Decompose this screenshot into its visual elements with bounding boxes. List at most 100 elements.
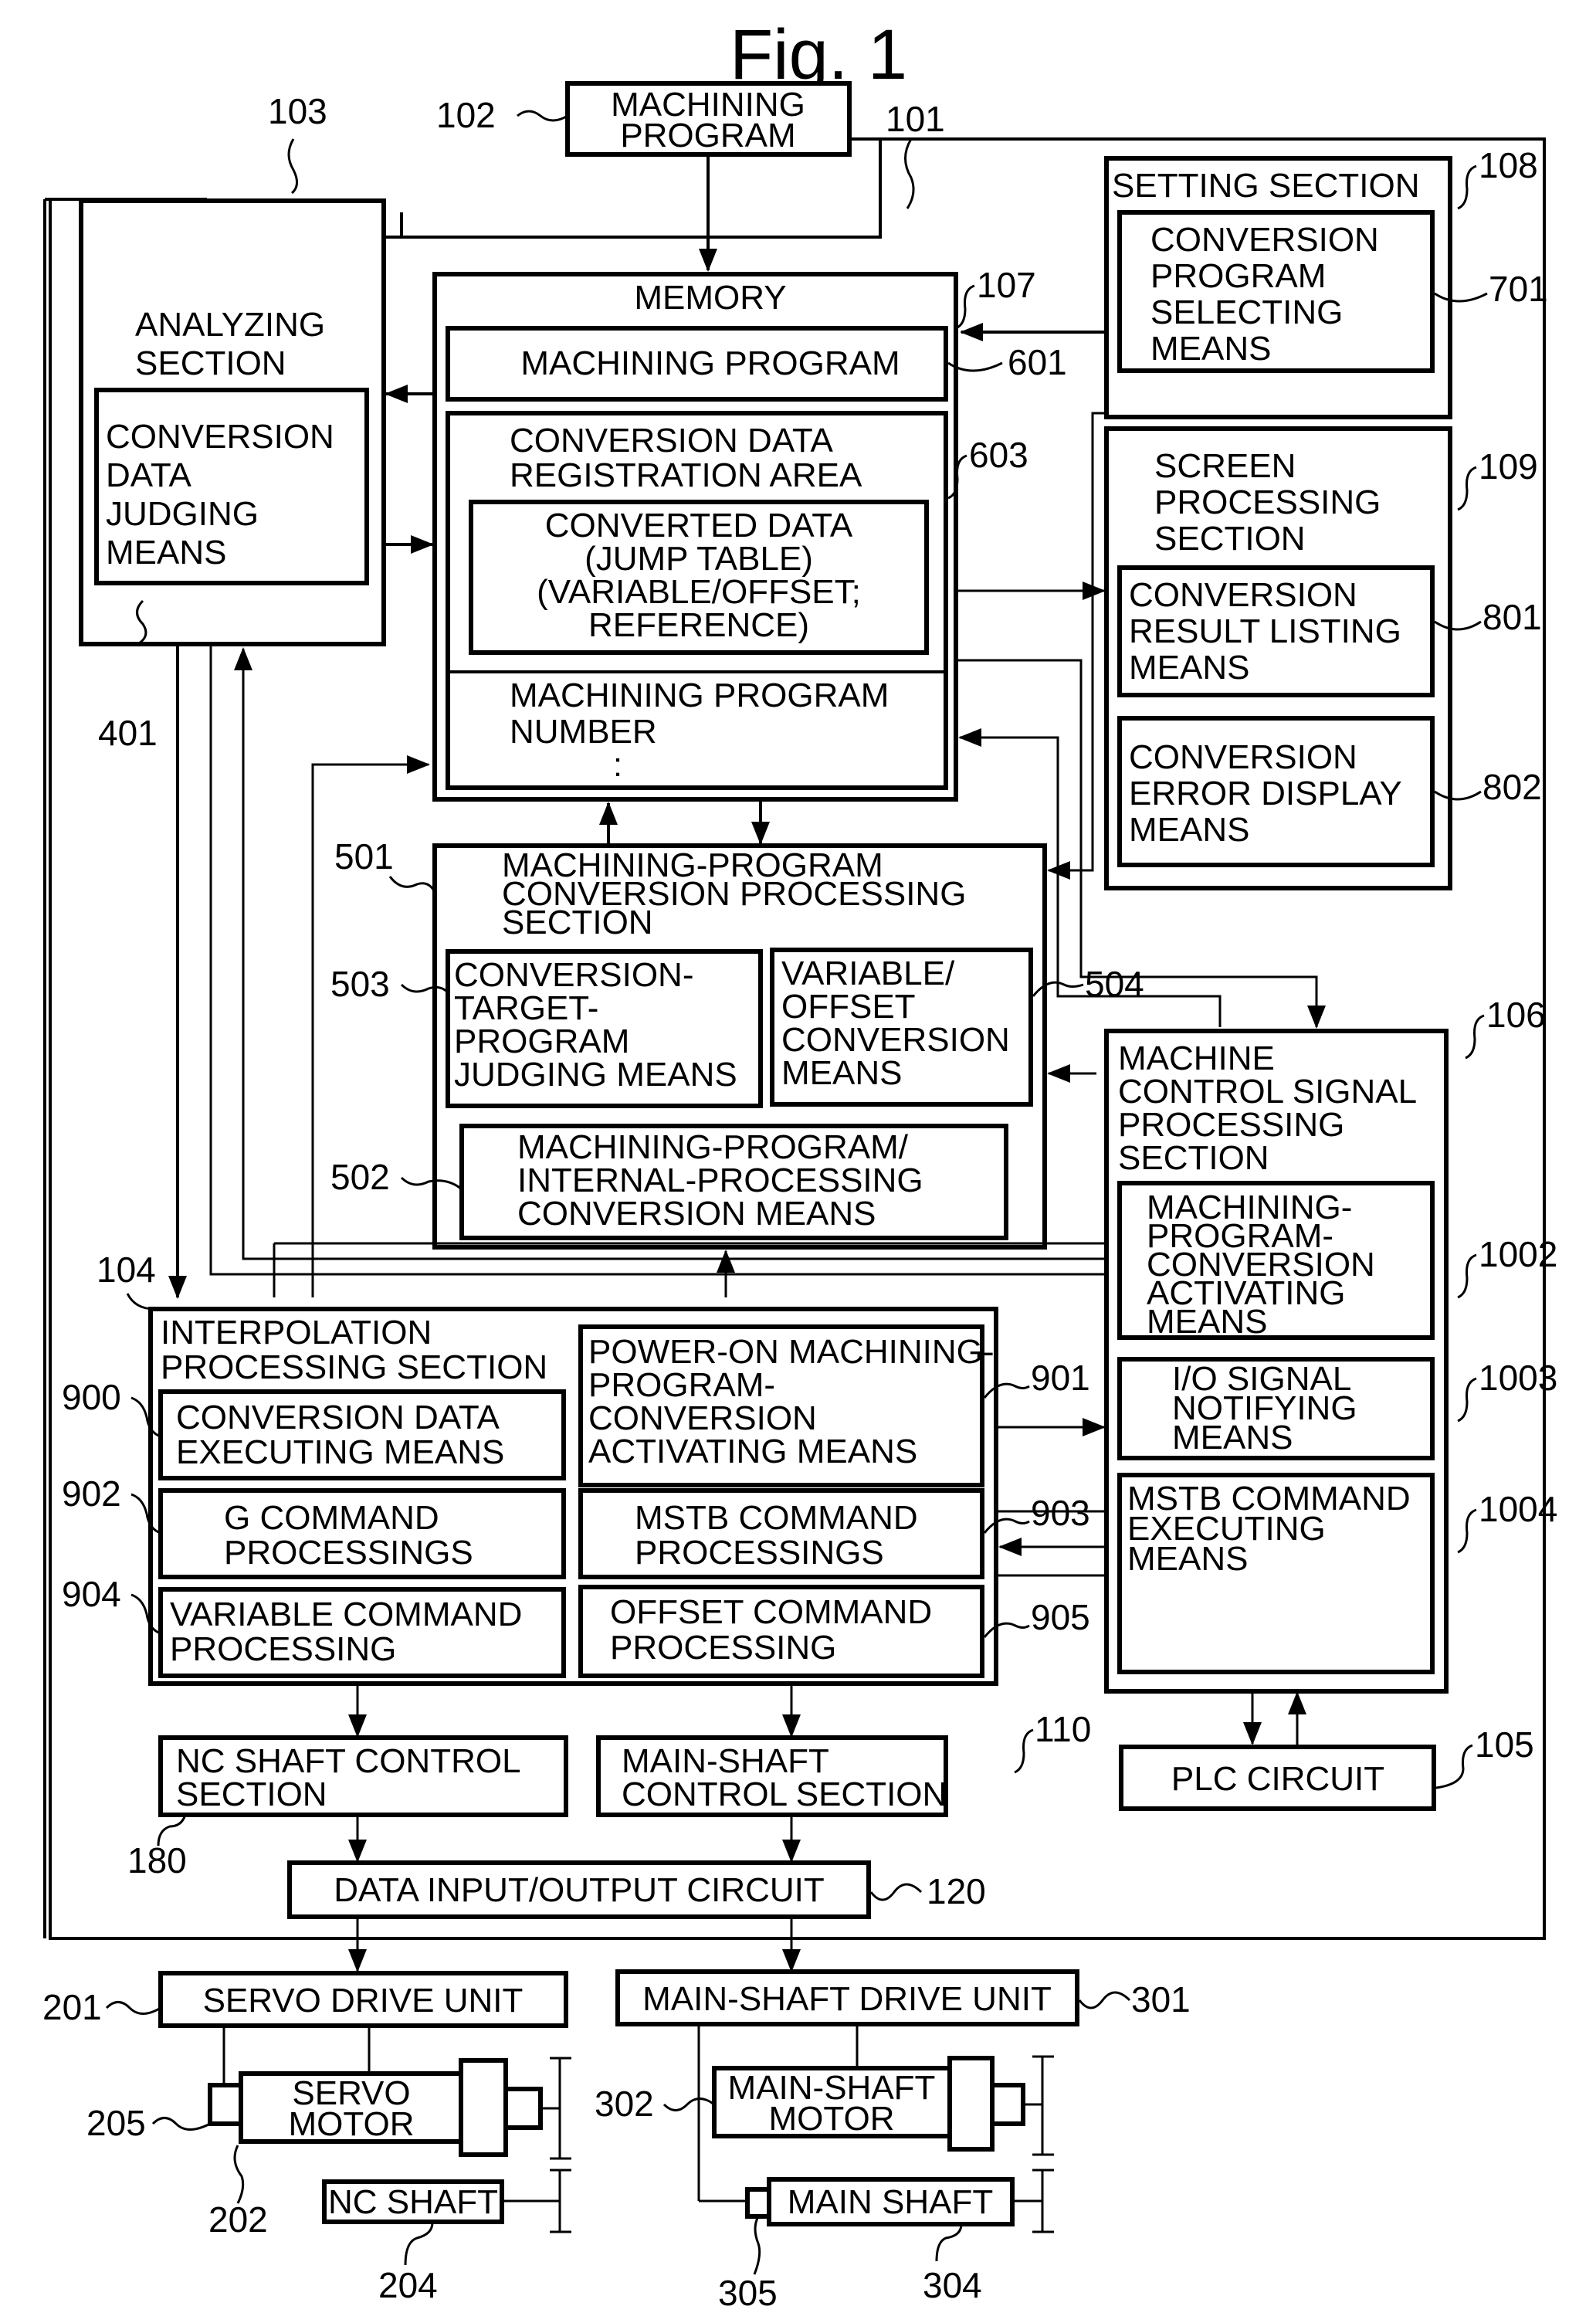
servo-motor-flange [459,2058,508,2157]
main-shaft-bracket [1012,2169,1054,2233]
servo-motor-label: MOTOR [289,2105,415,2143]
ref-603: 603 [969,435,1028,475]
main-shaft-motor-coupling [990,2083,1025,2126]
servo-encoder [208,2083,243,2126]
conversion-data-judging-means: CONVERSION DATA JUDGING MEANS [94,388,369,585]
ctpj-label: PROGRAM [454,1022,629,1060]
offset-command-processing: OFFSET COMMAND PROCESSING [578,1585,984,1678]
dio-label: DATA INPUT/OUTPUT CIRCUIT [334,1871,825,1909]
mstb-command-executing-means: MSTB COMMAND EXECUTING MEANS [1117,1473,1435,1674]
variable-offset-conversion-means: VARIABLE/ OFFSET CONVERSION MEANS [770,948,1033,1107]
conversion-result-listing-means: CONVERSION RESULT LISTING MEANS [1117,565,1435,697]
analyzing-label: SECTION [135,344,286,382]
leader-107 [955,284,975,330]
leader-101 [904,138,915,209]
screen-label: PROCESSING [1154,483,1381,521]
ref-204: 204 [378,2265,438,2305]
g-label: PROCESSINGS [224,1534,473,1572]
conversion-target-program-judging-means: CONVERSION- TARGET- PROGRAM JUDGING MEAN… [446,949,763,1108]
plc-label: PLC CIRCUIT [1171,1760,1384,1798]
msm-label: MOTOR [769,2100,895,2138]
ncsc-label: SECTION [176,1775,327,1813]
g-command-processings: G COMMAND PROCESSINGS [158,1488,566,1579]
ref-201: 201 [42,1987,102,2027]
screen-label: SECTION [1154,520,1306,558]
ref-102: 102 [436,95,496,135]
interp-label: PROCESSING SECTION [161,1348,547,1386]
ref-202: 202 [208,2199,268,2240]
selecting-label: MEANS [1150,330,1271,368]
ref-900: 900 [62,1377,121,1417]
selecting-label: PROGRAM [1150,257,1326,295]
leader-102 [517,110,568,122]
leader-205 [151,2117,211,2131]
ref-105: 105 [1475,1724,1534,1765]
listing-label: MEANS [1129,649,1249,687]
servo-motor: SERVO MOTOR [239,2058,543,2157]
leader-302 [662,2097,715,2111]
ref-1002: 1002 [1479,1234,1557,1274]
mp-internal-processing-conversion-means: MACHINING-PROGRAM/ INTERNAL-PROCESSING C… [459,1124,1008,1240]
mcs-label: MACHINE [1118,1039,1275,1077]
memory-machining-program: MACHINING PROGRAM [446,326,948,402]
ref-504: 504 [1085,964,1144,1004]
interp-label: INTERPOLATION [161,1314,432,1351]
nc-shaft-bracket [502,2169,571,2233]
leader-202 [233,2145,245,2204]
offcmd-label: PROCESSING [610,1629,836,1667]
mpic-label: INTERNAL-PROCESSING [517,1162,923,1199]
nc-shaft: NC SHAFT [322,2179,504,2224]
leader-304 [935,2223,963,2262]
leader-108 [1457,164,1477,210]
poa-label: CONVERSION [588,1399,817,1437]
ref-503: 503 [330,964,390,1004]
judging-label: DATA [106,456,191,494]
judging-label: CONVERSION [106,418,334,456]
poa-label: POWER-ON MACHINING- [588,1333,995,1371]
servo-motor-shaft-coupling [503,2087,543,2130]
variable-command-processing: VARIABLE COMMAND PROCESSING [158,1587,566,1678]
mpic-label: CONVERSION MEANS [517,1195,876,1233]
leader-305 [753,2216,761,2275]
error-display-label: CONVERSION [1129,738,1357,776]
mp-number-label: MACHINING PROGRAM [510,677,889,714]
ref-502: 502 [330,1157,390,1197]
error-display-label: MEANS [1129,811,1249,849]
machining-program-block: MACHINING PROGRAM [565,81,852,157]
ref-501: 501 [334,836,394,877]
registration-label: CONVERSION DATA [510,422,834,460]
msdu-label: MAIN-SHAFT DRIVE UNIT [642,1980,1052,2018]
ref-905: 905 [1031,1597,1090,1637]
main-shaft-motor-flange [947,2056,995,2152]
mpcp-label: SECTION [502,904,653,941]
ref-901: 901 [1031,1358,1090,1398]
ref-108: 108 [1479,145,1538,185]
nc-shaft-control-section: NC SHAFT CONTROL SECTION [158,1735,568,1817]
ref-601: 601 [1008,342,1067,382]
leader-120 [869,1883,923,1901]
io-signal-notifying-means: I/O SIGNAL NOTIFYING MEANS [1117,1357,1435,1460]
ctpj-label: CONVERSION- [454,956,693,994]
ref-1004: 1004 [1479,1489,1557,1529]
varcmd-label: PROCESSING [170,1630,396,1668]
mcs-label: SECTION [1118,1139,1269,1177]
ref-305: 305 [718,2273,778,2313]
leader-204 [404,2222,434,2266]
line-interp-to-106 [273,1242,1104,1297]
registration-label: REGISTRATION AREA [510,456,862,494]
ref-106: 106 [1486,995,1546,1035]
ctpj-label: TARGET- [454,989,598,1027]
voc-label: VARIABLE/ [781,955,955,992]
ref-103: 103 [268,91,327,131]
mcs-label: PROCESSING [1118,1106,1344,1144]
ref-109: 109 [1479,446,1538,487]
voc-label: CONVERSION [781,1021,1010,1059]
setting-title: SETTING SECTION [1112,167,1419,205]
ref-903: 903 [1031,1493,1090,1533]
ref-1003: 1003 [1479,1358,1557,1398]
main-shaft-drive-unit: MAIN-SHAFT DRIVE UNIT [615,1969,1079,2026]
ref-205: 205 [86,2103,146,2143]
judging-label: MEANS [106,534,226,571]
ref-802: 802 [1482,767,1542,807]
sdu-label: SERVO DRIVE UNIT [203,1982,524,2019]
